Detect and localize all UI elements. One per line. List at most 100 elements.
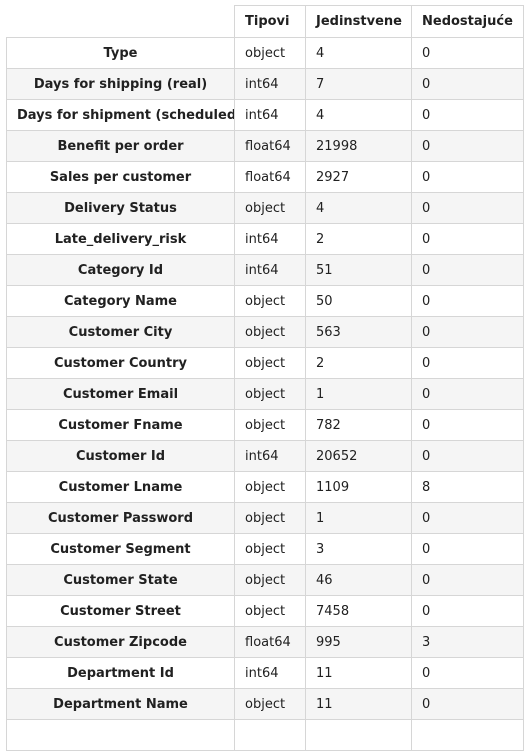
- cell-missing-count: 0: [411, 533, 524, 565]
- table-header: Tipovi Jedinstvene Nedostajuće: [6, 5, 524, 38]
- cell-missing-count: 0: [411, 502, 524, 534]
- table-row: Days for shipment (scheduled) int64 4 0: [6, 99, 524, 131]
- table-row: Customer Fname object 782 0: [6, 409, 524, 441]
- cell-type: object: [234, 533, 306, 565]
- cell-type: object: [234, 192, 306, 224]
- cell-type: object: [234, 502, 306, 534]
- cell-type: int64: [234, 657, 306, 689]
- table-row: Customer State object 46 0: [6, 564, 524, 596]
- dataframe-summary-table-container: Tipovi Jedinstvene Nedostajuće Type objec…: [6, 5, 524, 751]
- cell-unique-count: 782: [305, 409, 412, 441]
- cell-missing-count: 0: [411, 37, 524, 69]
- row-label: Late_delivery_risk: [6, 223, 235, 255]
- cell-type: float64: [234, 130, 306, 162]
- cell-missing-count: 0: [411, 347, 524, 379]
- cell-type: float64: [234, 161, 306, 193]
- table-row: Customer Zipcode float64 995 3: [6, 626, 524, 658]
- cell-unique-count: 2: [305, 347, 412, 379]
- row-label: Customer City: [6, 316, 235, 348]
- cell-type: object: [234, 37, 306, 69]
- row-label: Department Name: [6, 688, 235, 720]
- table-row: [6, 719, 524, 751]
- cell-unique-count: [305, 719, 412, 751]
- cell-unique-count: 995: [305, 626, 412, 658]
- header-row: Tipovi Jedinstvene Nedostajuće: [6, 5, 524, 38]
- cell-missing-count: 0: [411, 161, 524, 193]
- row-label: Days for shipping (real): [6, 68, 235, 100]
- cell-unique-count: 7: [305, 68, 412, 100]
- row-label: Customer Fname: [6, 409, 235, 441]
- table-row: Customer Id int64 20652 0: [6, 440, 524, 472]
- cell-type: object: [234, 688, 306, 720]
- dataframe-summary-table: Tipovi Jedinstvene Nedostajuće Type objec…: [6, 5, 524, 751]
- cell-unique-count: 1: [305, 378, 412, 410]
- cell-missing-count: 0: [411, 688, 524, 720]
- cell-unique-count: 4: [305, 99, 412, 131]
- cell-unique-count: 46: [305, 564, 412, 596]
- cell-unique-count: 11: [305, 688, 412, 720]
- table-row: Customer City object 563 0: [6, 316, 524, 348]
- cell-missing-count: 0: [411, 192, 524, 224]
- cell-unique-count: 4: [305, 37, 412, 69]
- cell-unique-count: 51: [305, 254, 412, 286]
- table-row: Customer Lname object 1109 8: [6, 471, 524, 503]
- row-label: Delivery Status: [6, 192, 235, 224]
- cell-type: int64: [234, 68, 306, 100]
- cell-type: object: [234, 595, 306, 627]
- row-label: Department Id: [6, 657, 235, 689]
- cell-unique-count: 50: [305, 285, 412, 317]
- row-label: [6, 719, 235, 751]
- cell-missing-count: 0: [411, 564, 524, 596]
- index-header: [6, 5, 235, 38]
- row-label: Sales per customer: [6, 161, 235, 193]
- cell-missing-count: 0: [411, 223, 524, 255]
- cell-missing-count: 8: [411, 471, 524, 503]
- cell-missing-count: 0: [411, 68, 524, 100]
- table-row: Days for shipping (real) int64 7 0: [6, 68, 524, 100]
- table-row: Category Name object 50 0: [6, 285, 524, 317]
- table-body: Type object 4 0 Days for shipping (real) int6…: [6, 37, 524, 751]
- cell-missing-count: 3: [411, 626, 524, 658]
- cell-type: float64: [234, 626, 306, 658]
- row-label: Customer State: [6, 564, 235, 596]
- row-label: Customer Lname: [6, 471, 235, 503]
- column-header-nedostajuce: Nedostajuće: [411, 5, 524, 38]
- cell-missing-count: 0: [411, 378, 524, 410]
- table-row: Department Id int64 11 0: [6, 657, 524, 689]
- cell-type: [234, 719, 306, 751]
- cell-unique-count: 7458: [305, 595, 412, 627]
- table-row: Customer Street object 7458 0: [6, 595, 524, 627]
- cell-missing-count: 0: [411, 316, 524, 348]
- row-label: Type: [6, 37, 235, 69]
- cell-type: object: [234, 471, 306, 503]
- table-row: Delivery Status object 4 0: [6, 192, 524, 224]
- cell-type: int64: [234, 440, 306, 472]
- table-row: Customer Segment object 3 0: [6, 533, 524, 565]
- cell-type: object: [234, 316, 306, 348]
- column-header-jedinstvene: Jedinstvene: [305, 5, 412, 38]
- cell-type: object: [234, 378, 306, 410]
- cell-unique-count: 2927: [305, 161, 412, 193]
- cell-unique-count: 1109: [305, 471, 412, 503]
- row-label: Customer Email: [6, 378, 235, 410]
- table-row: Customer Country object 2 0: [6, 347, 524, 379]
- row-label: Customer Id: [6, 440, 235, 472]
- cell-missing-count: 0: [411, 285, 524, 317]
- row-label: Category Id: [6, 254, 235, 286]
- cell-type: object: [234, 409, 306, 441]
- column-header-tipovi: Tipovi: [234, 5, 306, 38]
- row-label: Customer Country: [6, 347, 235, 379]
- row-label: Customer Street: [6, 595, 235, 627]
- cell-type: int64: [234, 223, 306, 255]
- cell-unique-count: 4: [305, 192, 412, 224]
- table-row: Customer Password object 1 0: [6, 502, 524, 534]
- row-label: Customer Segment: [6, 533, 235, 565]
- table-row: Category Id int64 51 0: [6, 254, 524, 286]
- cell-missing-count: [411, 719, 524, 751]
- cell-unique-count: 563: [305, 316, 412, 348]
- cell-missing-count: 0: [411, 130, 524, 162]
- cell-unique-count: 3: [305, 533, 412, 565]
- cell-unique-count: 1: [305, 502, 412, 534]
- table-row: Benefit per order float64 21998 0: [6, 130, 524, 162]
- table-row: Sales per customer float64 2927 0: [6, 161, 524, 193]
